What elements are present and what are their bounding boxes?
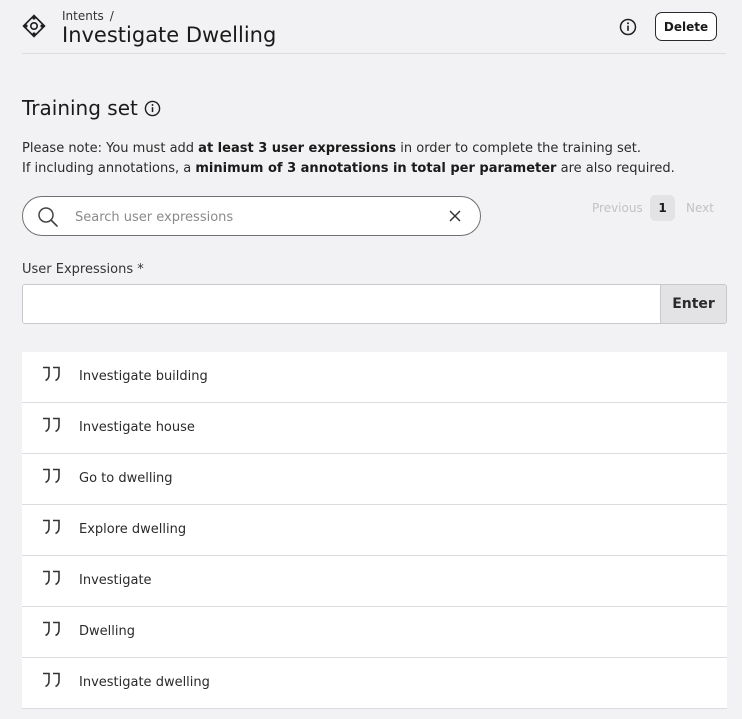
info-icon[interactable] <box>144 100 161 117</box>
note-emphasis: minimum of 3 annotations in total per pa… <box>195 161 557 176</box>
user-expression-input[interactable] <box>23 285 659 323</box>
page-title: Investigate Dwelling <box>62 23 277 47</box>
search-icon <box>38 207 58 227</box>
breadcrumb-intents-link[interactable]: Intents <box>62 9 104 23</box>
note-text: Please note: You must add <box>22 141 199 156</box>
list-item[interactable]: Investigate building <box>22 352 727 403</box>
list-item[interactable]: Explore dwelling <box>22 505 727 556</box>
expression-text: Explore dwelling <box>79 522 187 537</box>
enter-button[interactable]: Enter <box>660 285 726 323</box>
note-text: If including annotations, a <box>22 161 196 176</box>
expression-text: Investigate house <box>79 420 195 435</box>
expression-text: Investigate <box>79 573 152 588</box>
search-box <box>22 196 481 236</box>
current-page[interactable]: 1 <box>650 195 675 221</box>
expression-text: Investigate building <box>79 369 208 384</box>
note-line-2: If including annotations, a minimum of 3… <box>22 159 675 179</box>
expression-text: Dwelling <box>79 624 135 639</box>
next-page-button[interactable]: Next <box>686 201 714 215</box>
info-icon[interactable] <box>619 18 637 36</box>
quote-icon <box>43 621 60 637</box>
quote-icon <box>43 366 60 382</box>
search-input[interactable] <box>73 206 437 228</box>
list-item[interactable]: Investigate dwelling <box>22 658 727 709</box>
note-emphasis: at least 3 user expressions <box>198 141 397 156</box>
note-line-1: Please note: You must add at least 3 use… <box>22 139 675 159</box>
page-header: Intents / Investigate Dwelling Delete <box>22 0 726 54</box>
user-expressions-label: User Expressions * <box>22 262 144 277</box>
delete-button[interactable]: Delete <box>655 12 717 41</box>
close-icon[interactable] <box>448 209 462 223</box>
training-set-title: Training set <box>22 96 138 120</box>
list-item[interactable]: Investigate house <box>22 403 727 454</box>
breadcrumb: Intents / <box>62 9 114 23</box>
list-item[interactable]: Go to dwelling <box>22 454 727 505</box>
note-text: in order to complete the training set. <box>396 141 642 156</box>
quote-icon <box>43 468 60 484</box>
note-text: are also required. <box>556 161 675 176</box>
expression-text: Investigate dwelling <box>79 675 210 690</box>
quote-icon <box>43 570 60 586</box>
previous-page-button[interactable]: Previous <box>592 201 643 215</box>
breadcrumb-separator: / <box>109 9 114 23</box>
quote-icon <box>43 519 60 535</box>
quote-icon <box>43 672 60 688</box>
intent-icon <box>22 14 46 38</box>
user-expression-entry: Enter <box>22 284 727 324</box>
list-item[interactable]: Dwelling <box>22 607 727 658</box>
quote-icon <box>43 417 60 433</box>
training-set-heading: Training set <box>22 96 161 120</box>
list-item[interactable]: Investigate <box>22 556 727 607</box>
expression-list: Investigate building Investigate house Go … <box>22 352 727 709</box>
training-note: Please note: You must add at least 3 use… <box>22 139 675 179</box>
expression-text: Go to dwelling <box>79 471 173 486</box>
